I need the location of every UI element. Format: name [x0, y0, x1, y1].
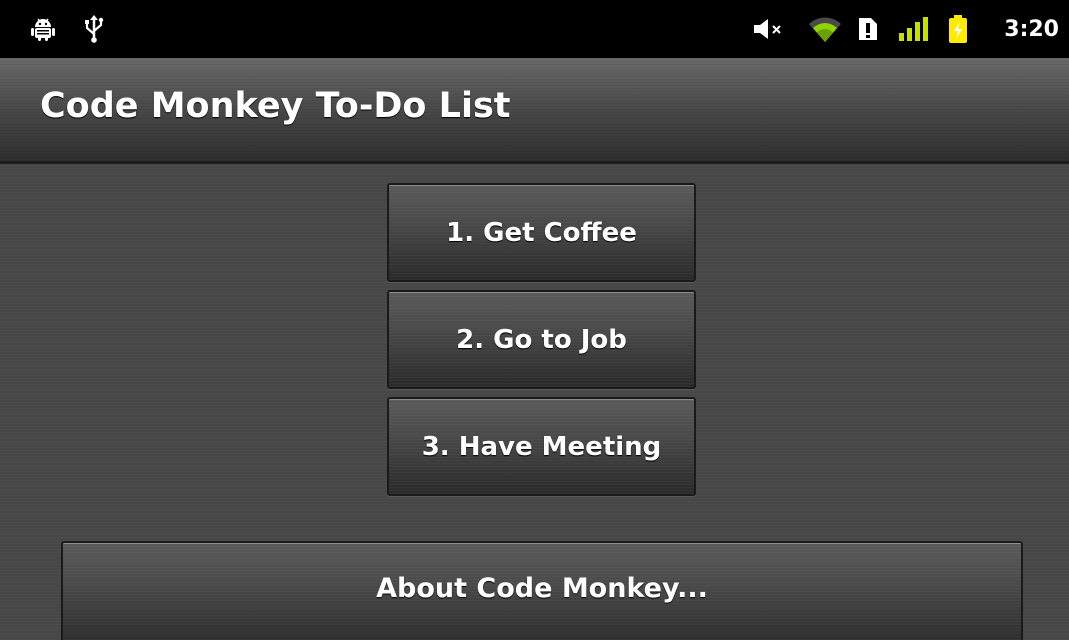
volume-muted-icon: [751, 0, 787, 58]
battery-charging-icon: [946, 0, 970, 58]
app-screen: 3:20 Code Monkey To-Do List 1. Get Coffe…: [0, 0, 1069, 640]
title-bar: Code Monkey To-Do List: [0, 58, 1069, 164]
android-debug-icon: [26, 0, 60, 58]
about-label: About Code Monkey...: [376, 573, 708, 604]
app-title: Code Monkey To-Do List: [40, 86, 511, 126]
go-to-job-button[interactable]: 2. Go to Job: [387, 290, 696, 389]
about-button[interactable]: About Code Monkey...: [61, 541, 1023, 640]
have-meeting-label: 3. Have Meeting: [421, 431, 662, 462]
usb-icon: [82, 0, 106, 58]
status-bar: 3:20: [0, 0, 1069, 58]
get-coffee-label: 1. Get Coffee: [446, 217, 637, 248]
wifi-icon: [806, 0, 844, 58]
have-meeting-button[interactable]: 3. Have Meeting: [387, 397, 696, 496]
signal-icon: [897, 0, 931, 58]
get-coffee-button[interactable]: 1. Get Coffee: [387, 183, 696, 282]
go-to-job-label: 2. Go to Job: [456, 324, 627, 355]
sim-alert-icon: [855, 0, 881, 58]
status-clock: 3:20: [1004, 16, 1059, 42]
